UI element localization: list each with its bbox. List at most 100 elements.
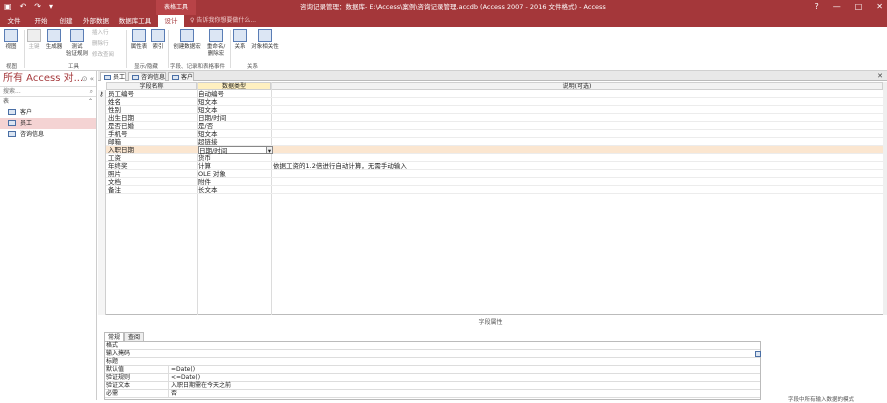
maximize-button[interactable]: □ bbox=[855, 0, 863, 14]
field-name-cell[interactable]: 照片 bbox=[108, 170, 196, 178]
property-value[interactable]: =Date() bbox=[168, 366, 758, 374]
property-sheet-button[interactable]: 属性表 bbox=[129, 29, 149, 51]
property-value[interactable]: <=Date() bbox=[168, 374, 758, 382]
table-row[interactable]: 文档 附件 bbox=[106, 178, 883, 186]
data-type-cell[interactable]: 长文本 bbox=[198, 186, 272, 194]
help-button[interactable]: ? bbox=[814, 0, 818, 14]
property-row[interactable]: 格式 bbox=[105, 342, 760, 350]
builder-icon[interactable] bbox=[755, 351, 761, 357]
tab-design[interactable]: 设计 bbox=[158, 15, 184, 27]
field-name-cell[interactable]: 员工编号 bbox=[108, 90, 196, 98]
redo-icon[interactable]: ↷ bbox=[34, 2, 41, 11]
field-name-cell[interactable]: 年终奖 bbox=[108, 162, 196, 170]
data-type-cell[interactable]: 超链接 bbox=[198, 138, 272, 146]
nav-search-input[interactable]: 搜索... ⌕ bbox=[0, 87, 96, 97]
data-type-cell[interactable]: 短文本 bbox=[198, 130, 272, 138]
data-type-dropdown-icon[interactable]: ▾ bbox=[266, 146, 273, 155]
data-type-cell[interactable]: 自动编号 bbox=[198, 90, 272, 98]
save-icon[interactable]: ▣ bbox=[4, 2, 12, 11]
nav-item-employees[interactable]: 员工 bbox=[0, 118, 96, 129]
delete-rows-button[interactable]: 删除行 bbox=[92, 41, 109, 48]
property-value[interactable]: 否 bbox=[168, 390, 758, 398]
grid-scrollbar[interactable] bbox=[883, 82, 887, 315]
data-type-cell[interactable]: 短文本 bbox=[198, 98, 272, 106]
tab-lookup[interactable]: 查阅 bbox=[124, 332, 145, 341]
chevron-down-icon[interactable]: ⊙ bbox=[82, 75, 88, 83]
modify-lookups-button[interactable]: 修改查阅 bbox=[92, 52, 114, 59]
data-type-cell[interactable]: 货币 bbox=[198, 154, 272, 162]
field-name-cell[interactable]: 出生日期 bbox=[108, 114, 196, 122]
tab-database-tools[interactable]: 数据库工具 bbox=[116, 15, 154, 27]
table-row[interactable]: 姓名 短文本 bbox=[106, 98, 883, 106]
primary-key-button[interactable]: 主键 bbox=[26, 29, 42, 51]
doc-tab-employees[interactable]: 员工 bbox=[100, 72, 126, 81]
doc-tab-customers[interactable]: 客户 bbox=[168, 72, 194, 81]
tab-general[interactable]: 常规 bbox=[104, 332, 125, 341]
property-row[interactable]: 必需 否 bbox=[105, 390, 760, 398]
field-name-cell[interactable]: 性别 bbox=[108, 106, 196, 114]
customize-icon[interactable]: ▾ bbox=[49, 2, 53, 11]
field-name-cell[interactable]: 入职日期 bbox=[108, 146, 196, 154]
table-row[interactable]: 员工编号 自动编号 ⚷ bbox=[99, 90, 883, 98]
field-name-cell[interactable]: 手机号 bbox=[108, 130, 196, 138]
field-name-cell[interactable]: 是否已婚 bbox=[108, 122, 196, 130]
table-row[interactable]: 入职日期 日期/时间 ▾ bbox=[106, 146, 883, 155]
data-type-cell[interactable]: 日期/时间 bbox=[198, 114, 272, 122]
property-row[interactable]: 默认值 =Date() bbox=[105, 366, 760, 374]
builder-button[interactable]: 生成器 bbox=[44, 29, 64, 51]
tab-external-data[interactable]: 外部数据 bbox=[80, 15, 112, 27]
property-row[interactable]: 验证文本 入职日期需在今天之前 bbox=[105, 382, 760, 390]
tab-file[interactable]: 文件 bbox=[4, 15, 24, 27]
data-type-cell[interactable]: 短文本 bbox=[198, 106, 272, 114]
row-selector-column[interactable] bbox=[98, 90, 106, 315]
view-button[interactable]: 视图 bbox=[3, 29, 19, 51]
table-row[interactable]: 备注 长文本 bbox=[106, 186, 883, 194]
table-row[interactable]: 性别 短文本 bbox=[106, 106, 883, 114]
property-row[interactable]: 标题 bbox=[105, 358, 760, 366]
table-row[interactable]: 照片 OLE 对象 bbox=[106, 170, 883, 178]
field-name-cell[interactable]: 姓名 bbox=[108, 98, 196, 106]
rename-macro-button[interactable]: 重命名/ 删除宏 bbox=[204, 29, 228, 58]
table-row[interactable]: 手机号 短文本 bbox=[106, 130, 883, 138]
data-type-cell[interactable]: 附件 bbox=[198, 178, 272, 186]
table-row[interactable]: 出生日期 日期/时间 bbox=[106, 114, 883, 122]
table-row[interactable]: 工资 货币 bbox=[106, 154, 883, 162]
property-value[interactable]: 入职日期需在今天之前 bbox=[168, 382, 758, 390]
data-type-cell[interactable]: 是/否 bbox=[198, 122, 272, 130]
field-properties-pane: 字段属性 常规 查阅 格式 输入掩码 标题 默认值 =Date() 验证规则 <=Date(… bbox=[98, 315, 883, 403]
nav-section-tables[interactable]: 表 ⌃ bbox=[0, 97, 96, 107]
tab-create[interactable]: 创建 bbox=[55, 15, 77, 27]
nav-item-consultations[interactable]: 咨询信息 bbox=[0, 129, 96, 140]
doc-tab-consultations[interactable]: 咨询信息 bbox=[128, 72, 166, 81]
primary-key-icon: ⚷ bbox=[99, 90, 104, 98]
data-type-cell[interactable]: OLE 对象 bbox=[198, 170, 272, 178]
data-type-cell[interactable]: 日期/时间 bbox=[198, 146, 272, 155]
table-icon bbox=[172, 75, 179, 80]
minimize-button[interactable]: — bbox=[833, 0, 841, 14]
indexes-button[interactable]: 索引 bbox=[151, 29, 165, 51]
test-validation-button[interactable]: 测试 验证规则 bbox=[66, 29, 88, 58]
create-data-macros-button[interactable]: 创建数据宏 bbox=[171, 29, 203, 51]
close-button[interactable]: ✕ bbox=[876, 0, 883, 14]
property-row[interactable]: 验证规则 <=Date() bbox=[105, 374, 760, 382]
nav-title[interactable]: 所有 Access 对... ⊙ « bbox=[0, 71, 96, 87]
tab-home[interactable]: 开始 bbox=[30, 15, 52, 27]
close-document-icon[interactable]: ✕ bbox=[877, 71, 883, 81]
field-name-cell[interactable]: 文档 bbox=[108, 178, 196, 186]
undo-icon[interactable]: ↶ bbox=[20, 2, 27, 11]
property-row[interactable]: 输入掩码 bbox=[105, 350, 761, 358]
field-name-cell[interactable]: 工资 bbox=[108, 154, 196, 162]
field-name-cell[interactable]: 备注 bbox=[108, 186, 196, 194]
collapse-icon[interactable]: « bbox=[90, 75, 94, 83]
dependencies-button[interactable]: 对象相关性 bbox=[249, 29, 281, 51]
relationships-button[interactable]: 关系 bbox=[233, 29, 247, 51]
description-cell[interactable]: 依据工资的1.2倍进行自动计算，无需手动输入 bbox=[273, 162, 873, 170]
field-name-cell[interactable]: 邮箱 bbox=[108, 138, 196, 146]
table-row[interactable]: 邮箱 超链接 bbox=[106, 138, 883, 146]
table-row[interactable]: 年终奖 计算 依据工资的1.2倍进行自动计算，无需手动输入 bbox=[106, 162, 883, 170]
tell-me-box[interactable]: ♀ 告诉我你想要做什么... bbox=[190, 15, 256, 27]
data-type-cell[interactable]: 计算 bbox=[198, 162, 272, 170]
insert-rows-button[interactable]: 插入行 bbox=[92, 30, 109, 37]
table-row[interactable]: 是否已婚 是/否 bbox=[106, 122, 883, 130]
nav-item-customers[interactable]: 客户 bbox=[0, 107, 96, 118]
